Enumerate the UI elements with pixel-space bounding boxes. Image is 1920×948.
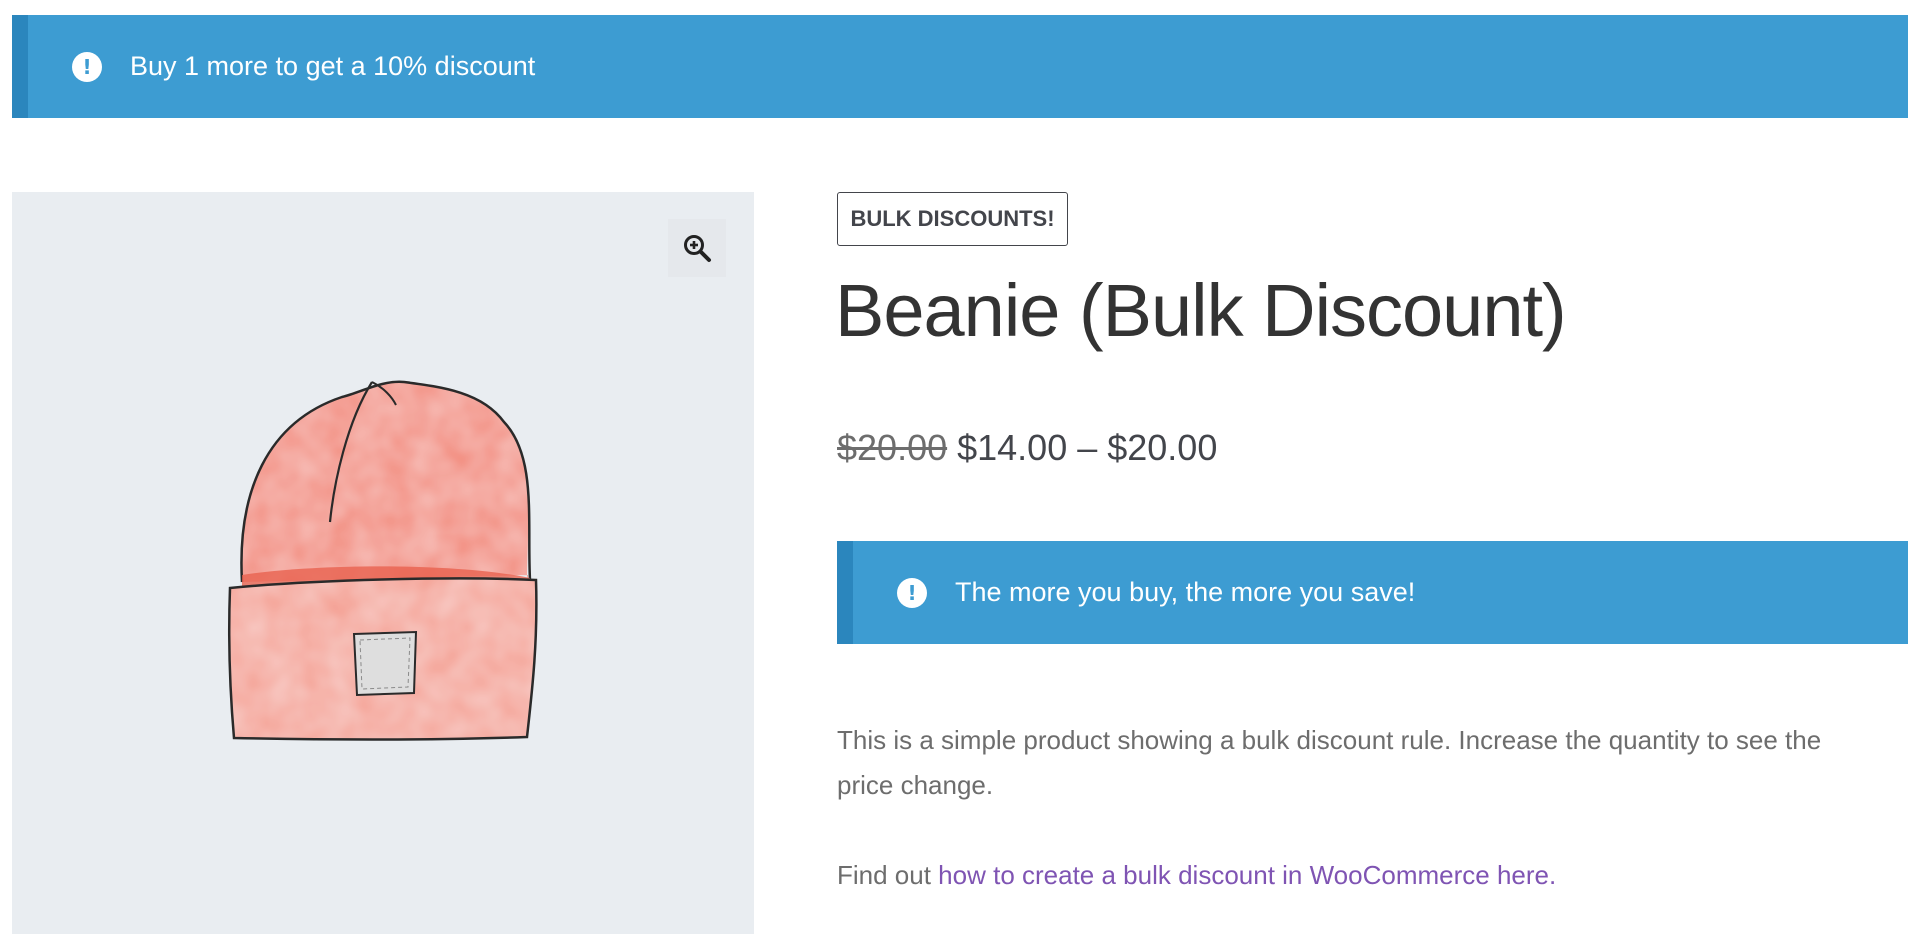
bulk-discount-notice-text: The more you buy, the more you save! <box>955 577 1416 607</box>
exclamation-circle-icon: ! <box>72 51 102 82</box>
bulk-discount-badge: BULK DISCOUNTS! <box>837 192 1068 246</box>
bulk-discount-guide-link[interactable]: how to create a bulk discount in WooComm… <box>938 860 1556 890</box>
find-out-paragraph: Find out how to create a bulk discount i… <box>837 853 1877 898</box>
cart-notice-banner: ! Buy 1 more to get a 10% discount <box>12 15 1908 118</box>
find-out-prefix: Find out <box>837 860 939 890</box>
cart-notice-text: Buy 1 more to get a 10% discount <box>130 51 536 81</box>
product-price: $20.00 $14.00 – $20.00 <box>837 427 1217 469</box>
exclamation-circle-icon: ! <box>897 577 927 608</box>
product-title: Beanie (Bulk Discount) <box>835 269 1567 352</box>
original-price: $20.00 <box>837 427 948 468</box>
product-description: This is a simple product showing a bulk … <box>837 725 1822 800</box>
beanie-image <box>227 380 538 741</box>
sale-price-range: $14.00 – $20.00 <box>957 427 1218 468</box>
bulk-discount-notice: ! The more you buy, the more you save! <box>837 541 1908 644</box>
product-gallery[interactable] <box>12 192 754 934</box>
